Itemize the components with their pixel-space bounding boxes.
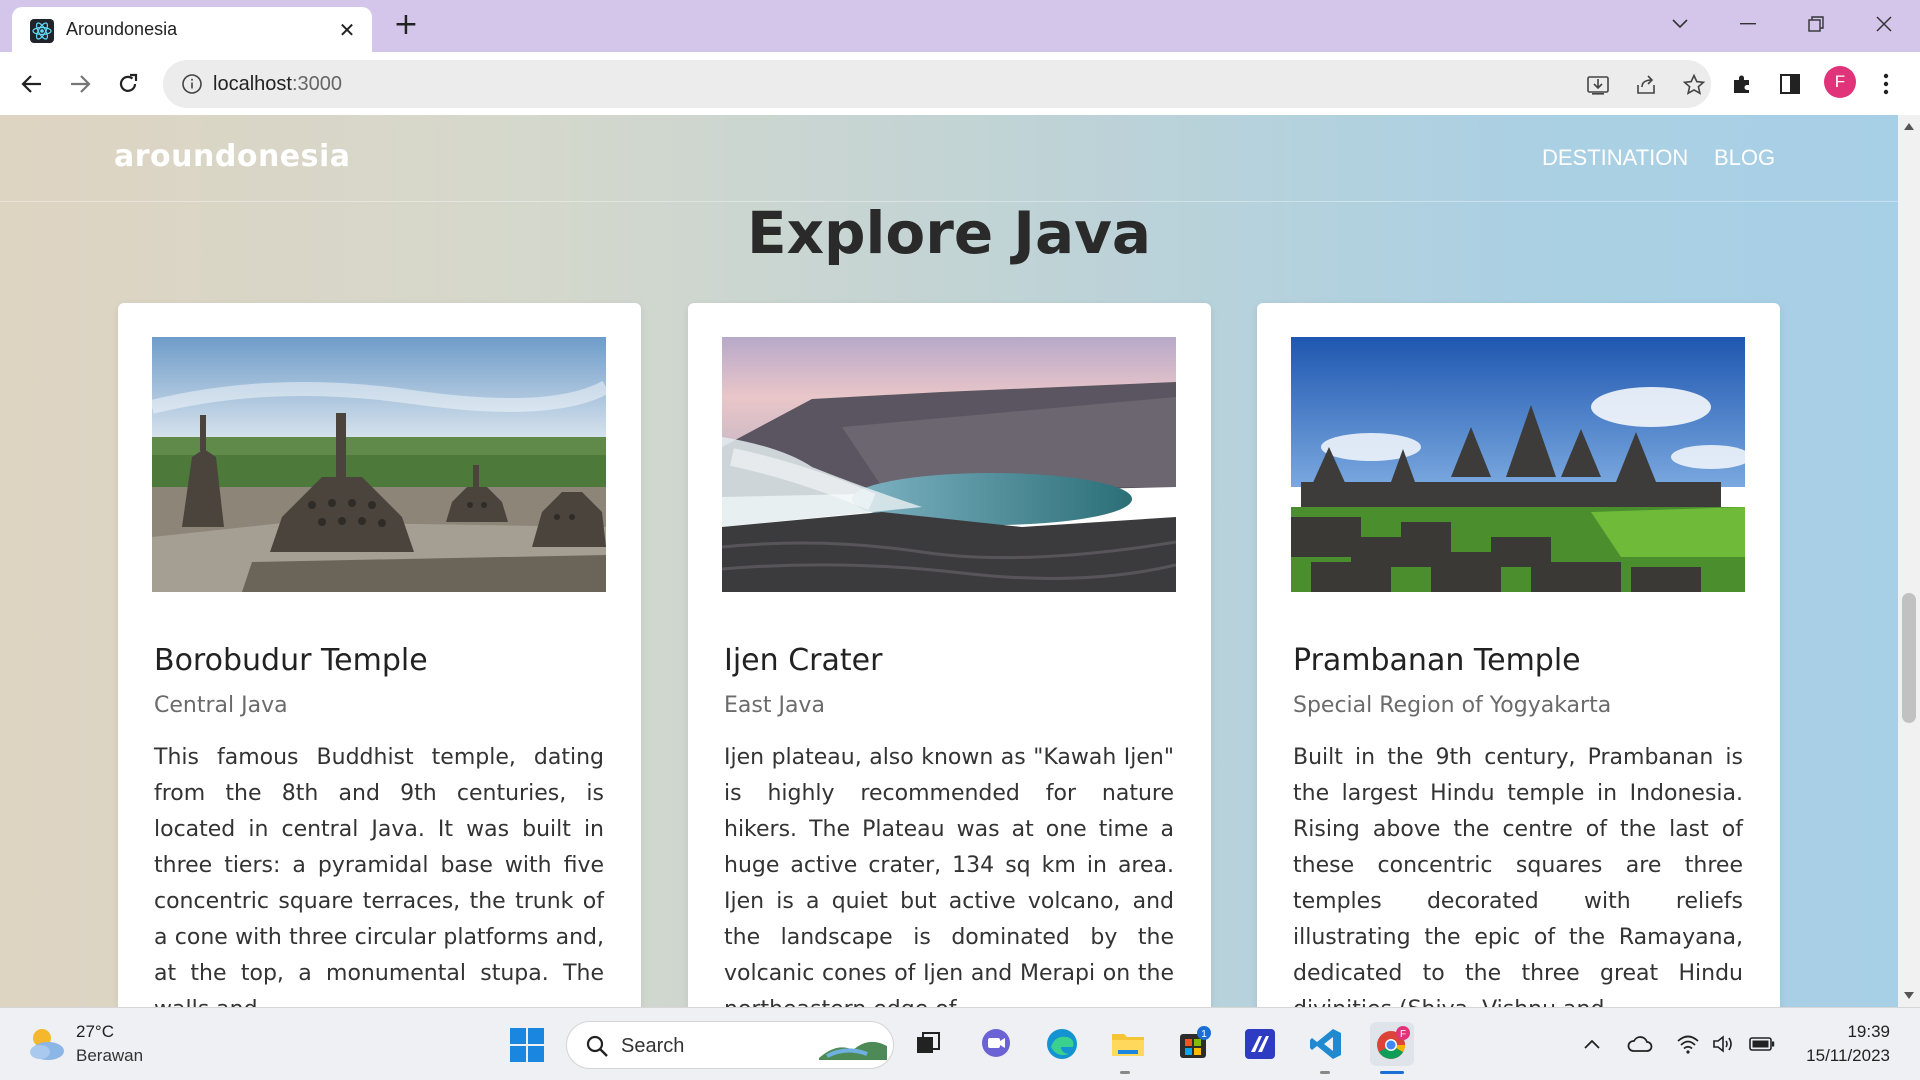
running-indicator [1320,1071,1330,1074]
card-description: Built in the 9th century, Prambanan is t… [1293,745,1743,1007]
windows-taskbar: 27°C Berawan Search 1 F 19:39 15/11/2023 [0,1007,1920,1080]
wifi-icon[interactable] [1674,1030,1702,1058]
minimize-icon[interactable] [1728,8,1768,40]
side-panel-icon[interactable] [1772,66,1808,102]
bookmark-star-icon[interactable] [1679,70,1709,100]
browser-menu-icon[interactable] [1868,66,1904,102]
close-tab-icon[interactable]: ✕ [334,17,360,43]
profile-avatar[interactable]: F [1824,66,1856,98]
page-viewport: aroundonesia DESTINATION BLOG Explore Ja… [0,115,1898,1007]
tab-search-chevron-icon[interactable] [1660,8,1700,40]
scrollbar-thumb[interactable] [1902,593,1916,723]
onedrive-cloud-icon[interactable] [1626,1030,1654,1058]
search-label: Search [621,1035,685,1057]
prambanan-photo [1291,337,1745,592]
borobudur-photo [152,337,606,592]
site-info-icon[interactable] [181,73,203,95]
reload-icon[interactable] [110,66,146,102]
power-automate-icon[interactable] [1238,1022,1282,1066]
active-indicator [1380,1071,1404,1074]
card-region: East Java [724,693,825,718]
ijen-crater-photo [722,337,1176,592]
destination-card[interactable]: Ijen Crater East Java Ijen plateau, also… [688,303,1211,1007]
task-view-icon[interactable] [906,1022,950,1066]
site-logo[interactable]: aroundonesia [114,139,351,174]
new-tab-icon[interactable]: + [390,10,422,42]
card-region: Special Region of Yogyakarta [1293,693,1612,718]
card-description: Ijen plateau, also known as "Kawah Ijen"… [724,745,1174,1007]
destination-card[interactable]: Prambanan Temple Special Region of Yogya… [1257,303,1780,1007]
card-title: Ijen Crater [724,643,883,678]
browser-toolbar: localhost:3000 [0,52,1920,115]
browser-tab[interactable]: Aroundonesia ✕ [12,7,372,52]
file-explorer-icon[interactable] [1106,1022,1150,1066]
page-title: Explore Java [746,199,1152,267]
volume-icon[interactable] [1710,1030,1738,1058]
browser-tab-strip: Aroundonesia ✕ + [0,0,1920,52]
card-title: Prambanan Temple [1293,643,1581,678]
edge-browser-icon[interactable] [1040,1022,1084,1066]
search-highlight-icon [819,1041,887,1060]
address-bar[interactable]: localhost:3000 [163,60,1711,108]
forward-arrow-icon[interactable] [62,66,98,102]
install-app-icon[interactable] [1583,70,1613,100]
card-region: Central Java [154,693,288,718]
scroll-down-arrow-icon[interactable] [1904,992,1914,999]
running-indicator [1120,1071,1130,1074]
back-arrow-icon[interactable] [14,66,50,102]
microsoft-store-icon[interactable]: 1 [1172,1022,1216,1066]
restore-icon[interactable] [1796,8,1836,40]
chrome-profile-badge: F [1400,1029,1406,1040]
clock-time[interactable]: 19:39 [1800,1022,1890,1042]
show-hidden-icons-chevron-icon[interactable] [1578,1030,1606,1058]
vscode-icon[interactable] [1304,1022,1348,1066]
site-header: aroundonesia DESTINATION BLOG [0,115,1898,202]
chrome-icon[interactable]: F [1370,1022,1414,1066]
nav-destination[interactable]: DESTINATION [1542,145,1688,171]
card-description: This famous Buddhist temple, dating from… [154,745,604,1007]
teams-chat-icon[interactable] [974,1022,1018,1066]
destination-card[interactable]: Borobudur Temple Central Java This famou… [118,303,641,1007]
clock-date[interactable]: 15/11/2023 [1790,1046,1890,1066]
cloudy-weather-icon[interactable] [24,1024,68,1064]
weather-temperature[interactable]: 27°C [76,1022,114,1042]
weather-description[interactable]: Berawan [76,1046,143,1066]
page-scrollbar[interactable] [1898,115,1920,1007]
taskbar-search[interactable]: Search [566,1021,894,1069]
react-icon [30,19,54,43]
extensions-puzzle-icon[interactable] [1724,66,1760,102]
url-text: localhost:3000 [213,73,342,95]
search-icon [586,1035,608,1057]
windows-start-icon[interactable] [508,1026,546,1064]
nav-blog[interactable]: BLOG [1714,145,1775,171]
card-title: Borobudur Temple [154,643,428,678]
battery-icon[interactable] [1748,1030,1776,1058]
store-badge: 1 [1201,1029,1207,1040]
share-icon[interactable] [1631,70,1661,100]
scroll-up-arrow-icon[interactable] [1904,123,1914,130]
close-window-icon[interactable] [1864,8,1904,40]
tab-title: Aroundonesia [66,19,178,39]
